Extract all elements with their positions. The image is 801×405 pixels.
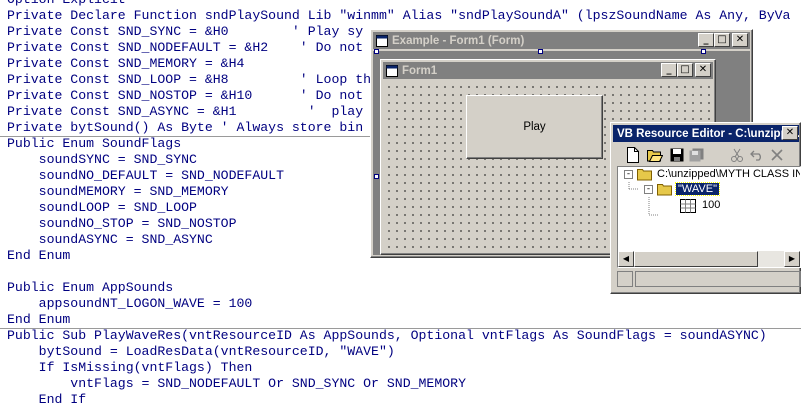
code-line[interactable]: Private Const SND_SYNC = &H0 ' Play sy [7,24,363,40]
code-line[interactable]: End If [7,392,87,405]
code-line[interactable]: soundSYNC = SND_SYNC [7,152,197,168]
code-line[interactable]: Private Const SND_ASYNC = &H1 ' play [7,104,363,120]
play-button-label: Play [523,121,546,133]
code-line[interactable]: Private Const SND_NOSTOP = &H10 ' Do not [7,88,363,104]
resource-editor-titlebar[interactable]: VB Resource Editor - C:\unzippe... ✕ [613,125,799,142]
code-line[interactable]: soundNO_DEFAULT = SND_NODEFAULT [7,168,284,184]
play-button[interactable]: Play [466,95,603,159]
code-line[interactable]: End Enum [7,248,70,264]
maximize-button[interactable]: □ [677,63,693,77]
save-icon[interactable] [667,145,687,165]
code-line[interactable]: vntFlags = SND_NODEFAULT Or SND_SYNC Or … [7,376,466,392]
code-line[interactable]: soundMEMORY = SND_MEMORY [7,184,229,200]
selection-handle[interactable] [374,174,379,179]
tree-root-label[interactable]: C:\unzipped\MYTH CLASS IN [657,168,800,180]
code-line[interactable]: Public Enum AppSounds [7,280,173,296]
tree-folder-label[interactable]: "WAVE" [675,182,720,196]
code-line[interactable]: Option Explicit [7,0,126,8]
resource-icon [680,199,696,213]
code-line[interactable]: Public Enum SoundFlags [7,136,181,152]
form-icon [386,64,398,77]
expand-toggle[interactable]: - [644,185,653,194]
delete-icon[interactable] [767,145,787,165]
code-line[interactable]: End Enum [7,312,70,328]
selection-handle[interactable] [538,49,543,54]
scroll-left-button[interactable]: ◀ [618,251,634,267]
folder-icon [637,169,652,181]
status-bar-field [635,271,801,287]
scroll-thumb[interactable] [634,251,758,267]
code-line[interactable]: Private Const SND_MEMORY = &H4 [7,56,244,72]
code-line[interactable]: Private bytSound() As Byte ' Always stor… [7,120,363,136]
expand-toggle[interactable]: - [624,170,633,179]
form-designer-titlebar[interactable]: Example - Form1 (Form) _ □ ✕ [373,32,750,49]
code-line[interactable]: Private Const SND_NODEFAULT = &H2 ' Do n… [7,40,363,56]
close-button[interactable]: ✕ [732,33,748,47]
tree-horizontal-scrollbar[interactable]: ◀ ▶ [618,251,800,267]
selection-handle[interactable] [701,49,706,54]
minimize-button[interactable]: _ [698,33,714,47]
maximize-button[interactable]: □ [714,33,730,47]
code-line[interactable]: Private Const SND_LOOP = &H8 ' Loop th [7,72,371,88]
resource-editor-window[interactable]: VB Resource Editor - C:\unzippe... ✕ - C… [610,122,801,294]
form1-titlebar[interactable]: Form1 _ □ ✕ [383,62,713,79]
tree-item-label[interactable]: 100 [702,199,720,211]
resource-tree[interactable]: - C:\unzipped\MYTH CLASS IN - "WAVE" 100… [617,166,801,268]
resource-editor-title: VB Resource Editor - C:\unzippe... [617,127,799,140]
undo-icon[interactable] [747,145,767,165]
minimize-button[interactable]: _ [661,63,677,77]
new-icon[interactable] [623,145,643,165]
scroll-right-button[interactable]: ▶ [784,251,800,267]
save-all-icon[interactable] [687,145,707,165]
resource-toolbar [615,145,799,165]
close-button[interactable]: ✕ [782,126,798,140]
code-line[interactable]: soundLOOP = SND_LOOP [7,200,197,216]
folder-icon [657,184,672,196]
close-button[interactable]: ✕ [695,63,711,77]
form-designer-title: Example - Form1 (Form) [392,34,525,47]
procedure-separator [0,328,801,329]
code-line[interactable]: If IsMissing(vntFlags) Then [7,360,253,376]
form1-title: Form1 [402,64,438,77]
status-bar [617,271,633,287]
selection-handle[interactable] [374,49,379,54]
code-line[interactable]: appsoundNT_LOGON_WAVE = 100 [7,296,253,312]
form-icon [376,34,388,47]
code-line[interactable]: Private Declare Function sndPlaySound Li… [7,8,790,24]
code-line[interactable]: Public Sub PlayWaveRes(vntResourceID As … [7,328,767,344]
open-icon[interactable] [645,145,665,165]
cut-icon[interactable] [727,145,747,165]
code-line[interactable]: soundASYNC = SND_ASYNC [7,232,213,248]
code-line[interactable]: soundNO_STOP = SND_NOSTOP [7,216,237,232]
code-line[interactable]: bytSound = LoadResData(vntResourceID, "W… [7,344,395,360]
